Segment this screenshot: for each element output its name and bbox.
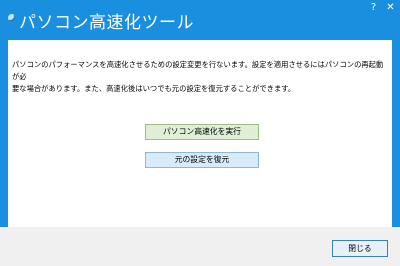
footer-bar: 閉じる: [0, 227, 400, 266]
restore-settings-button[interactable]: 元の設定を復元: [145, 152, 259, 168]
run-optimization-button[interactable]: パソコン高速化を実行: [145, 124, 259, 140]
window-title: パソコン高速化ツール: [19, 13, 194, 33]
close-button[interactable]: 閉じる: [332, 240, 388, 257]
description-text: パソコンのパフォーマンスを高速化させるための設定変更を行ないます。設定を適用させ…: [12, 60, 384, 93]
app-icon: [8, 14, 16, 22]
app-window: パソコン高速化ツール ? ✕ パソコンのパフォーマンスを高速化させるための設定変…: [0, 0, 400, 266]
content-panel: パソコンのパフォーマンスを高速化させるための設定変更を行ないます。設定を適用させ…: [8, 40, 392, 227]
help-button[interactable]: ?: [365, 1, 382, 15]
window-close-button[interactable]: ✕: [382, 1, 399, 15]
title-bar: パソコン高速化ツール ? ✕: [0, 0, 400, 38]
